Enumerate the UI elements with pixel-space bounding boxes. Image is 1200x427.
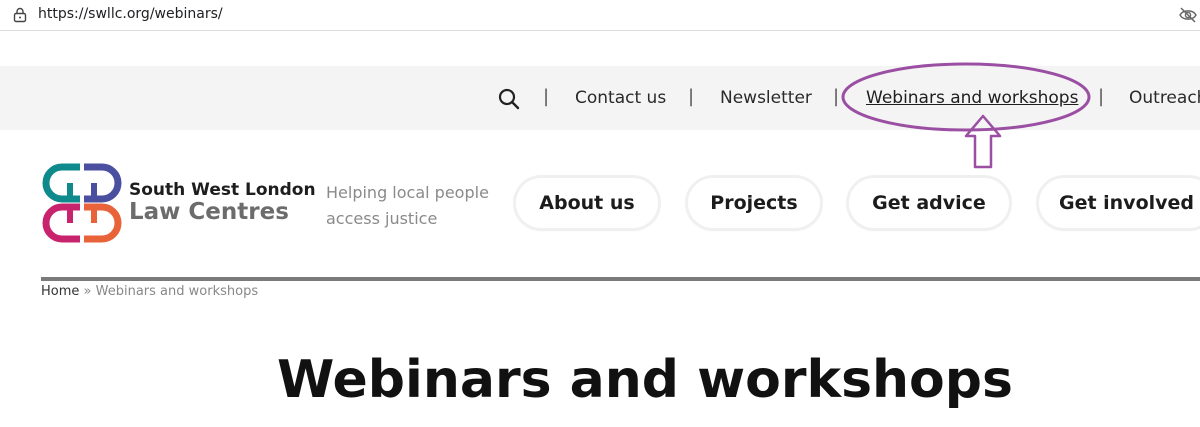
search-icon[interactable] [498, 88, 520, 114]
util-link-newsletter[interactable]: Newsletter [720, 88, 812, 108]
page-title: Webinars and workshops [277, 350, 1013, 410]
separator: | [1098, 86, 1105, 107]
separator: | [688, 86, 695, 107]
header-divider [41, 277, 1200, 281]
nav-get-advice[interactable]: Get advice [849, 178, 1009, 228]
browser-address-bar[interactable]: https://swllc.org/webinars/ [0, 0, 1200, 31]
breadcrumb-current: Webinars and workshops [95, 284, 259, 299]
url-text[interactable]: https://swllc.org/webinars/ [38, 6, 223, 22]
lock-icon[interactable] [13, 7, 27, 27]
breadcrumb-separator: » [83, 284, 92, 299]
brand-name-line2[interactable]: Law Centres [129, 199, 289, 225]
utility-bar: | Contact us | Newsletter | Webinars and… [0, 66, 1200, 130]
breadcrumb: Home » Webinars and workshops [41, 284, 258, 299]
eye-off-icon[interactable] [1178, 6, 1198, 28]
nav-about-us[interactable]: About us [516, 178, 658, 228]
nav-projects[interactable]: Projects [688, 178, 820, 228]
separator: | [833, 86, 840, 107]
tagline: Helping local people access justice [326, 183, 489, 228]
util-link-outreach[interactable]: Outreach [1129, 88, 1200, 108]
util-link-contact-us[interactable]: Contact us [575, 88, 666, 108]
breadcrumb-home[interactable]: Home [41, 284, 79, 299]
separator: | [543, 86, 550, 107]
util-link-webinars-and-workshops[interactable]: Webinars and workshops [866, 88, 1078, 108]
nav-get-involved[interactable]: Get involved [1039, 178, 1200, 228]
brand-name-line1[interactable]: South West London [129, 180, 316, 200]
logo-icon[interactable] [40, 161, 124, 245]
